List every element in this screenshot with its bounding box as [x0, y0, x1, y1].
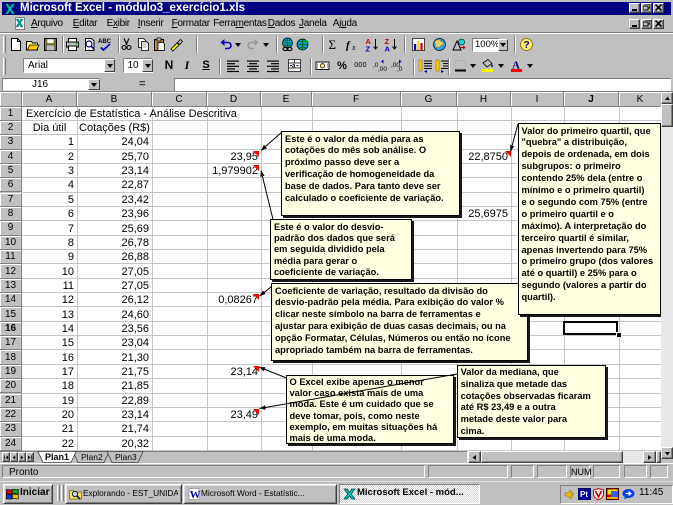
svg-text:Plan2: Plan2: [81, 452, 103, 462]
svg-text:Pt: Pt: [580, 490, 588, 499]
svg-text:W: W: [190, 489, 200, 500]
svg-text:Plan3: Plan3: [115, 452, 137, 462]
svg-text:Plan1: Plan1: [45, 452, 69, 462]
